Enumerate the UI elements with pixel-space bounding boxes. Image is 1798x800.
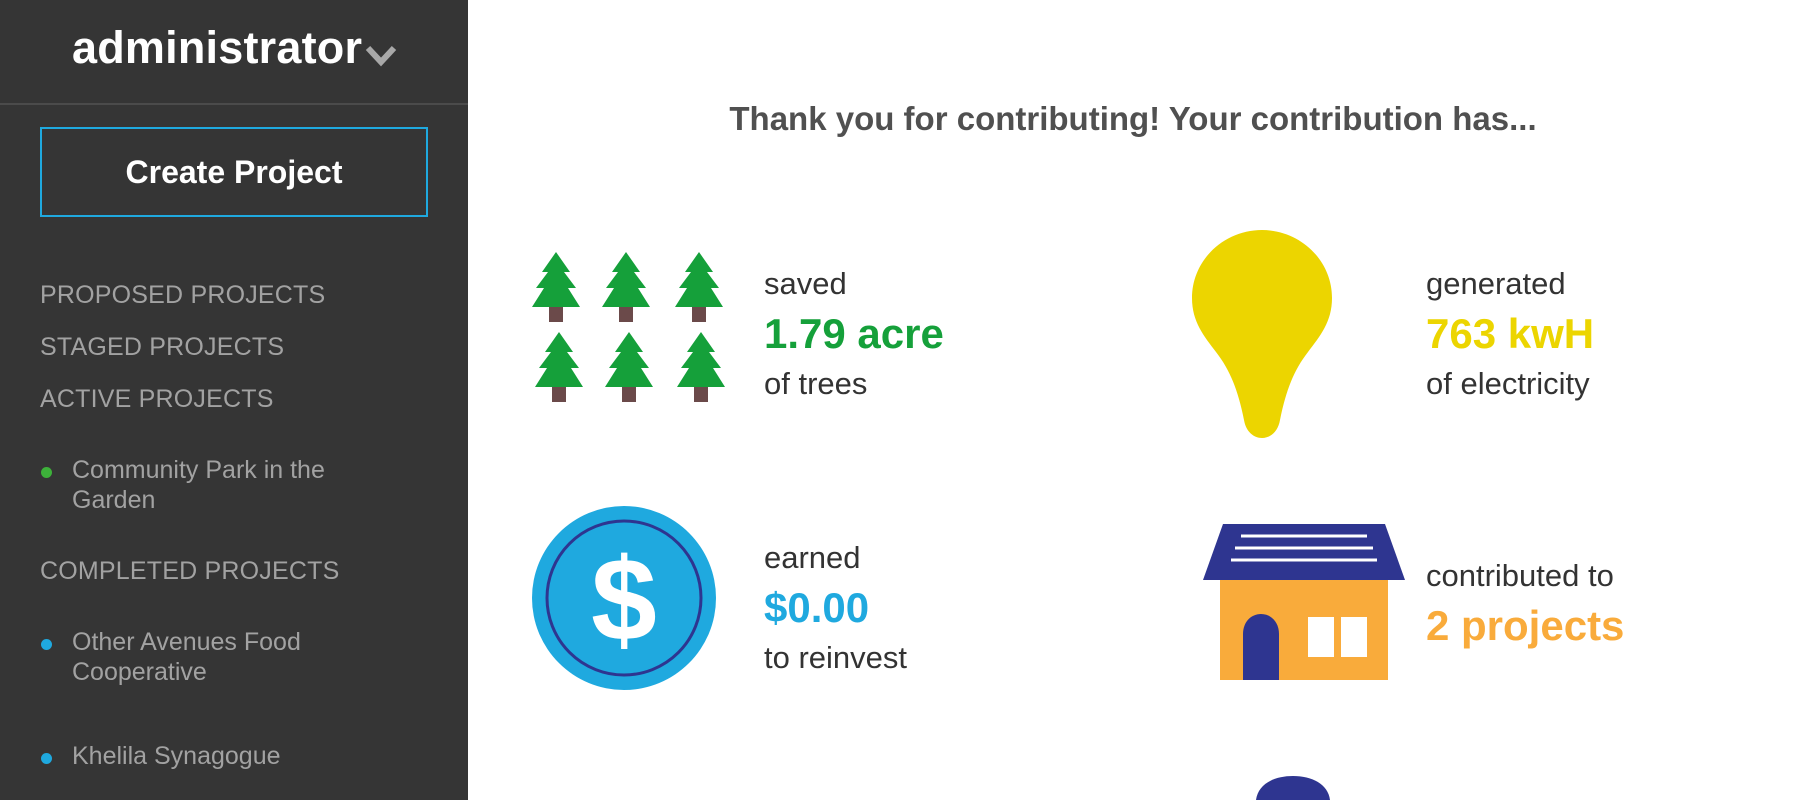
project-item-other-avenues[interactable]: Other Avenues Food Cooperative <box>40 627 420 691</box>
electricity-stat-value: 763 kwH <box>1426 310 1595 357</box>
trees-stat-unit: of trees <box>764 366 868 401</box>
user-name[interactable]: administrator <box>72 22 362 74</box>
svg-text:$: $ <box>591 534 657 666</box>
page-headline: Thank you for contributing! Your contrib… <box>729 100 1537 137</box>
status-dot <box>41 753 52 764</box>
trees-stat-verb: saved <box>764 266 847 301</box>
nav-staged-projects[interactable]: STAGED PROJECTS <box>40 333 284 362</box>
solar-house-icon <box>1203 524 1405 680</box>
pine-trees-icon <box>532 252 725 402</box>
money-stat-unit: to reinvest <box>764 640 908 675</box>
partial-icon <box>1256 776 1330 800</box>
project-label: Khelila Synagogue <box>72 742 281 770</box>
electricity-stat-verb: generated <box>1426 266 1566 301</box>
projects-stat: contributed to 2 projects <box>1128 520 1798 690</box>
trees-stat: saved 1.79 acre of trees <box>468 220 1068 420</box>
user-menu[interactable]: administrator <box>0 0 468 105</box>
sidebar: administrator Create Project PROPOSED PR… <box>0 0 468 800</box>
money-stat-text: earned $0.00 to reinvest <box>764 534 907 682</box>
trees-stat-value: 1.79 acre <box>764 310 944 357</box>
projects-stat-text: contributed to 2 projects <box>1426 552 1624 652</box>
nav-proposed-projects[interactable]: PROPOSED PROJECTS <box>40 281 325 310</box>
project-label: Other Avenues Food Cooperative <box>72 628 301 686</box>
trees-stat-text: saved 1.79 acre of trees <box>764 260 944 408</box>
dollar-coin-icon: $ <box>532 506 716 690</box>
money-stat-verb: earned <box>764 540 861 575</box>
main-content: Thank you for contributing! Your contrib… <box>468 0 1798 800</box>
status-dot <box>41 639 52 650</box>
create-project-button[interactable]: Create Project <box>40 127 428 217</box>
nav-completed-projects[interactable]: COMPLETED PROJECTS <box>40 557 339 586</box>
project-label: Community Park in the Garden <box>72 456 325 514</box>
money-stat-value: $0.00 <box>764 584 870 631</box>
lightbulb-icon <box>1192 230 1332 438</box>
money-stat: $ earned $0.00 to reinvest <box>468 500 1068 700</box>
electricity-stat: generated 763 kwH of electricity <box>1128 220 1798 440</box>
project-item-khelila-synagogue[interactable]: Khelila Synagogue <box>40 741 420 775</box>
project-item-community-park[interactable]: Community Park in the Garden <box>40 455 420 519</box>
projects-stat-value: 2 projects <box>1426 602 1625 649</box>
chevron-down-icon[interactable] <box>364 42 398 70</box>
status-dot <box>41 467 52 478</box>
electricity-stat-text: generated 763 kwH of electricity <box>1426 260 1594 408</box>
projects-stat-verb: contributed to <box>1426 558 1614 593</box>
nav-active-projects[interactable]: ACTIVE PROJECTS <box>40 385 274 414</box>
electricity-stat-unit: of electricity <box>1426 366 1590 401</box>
